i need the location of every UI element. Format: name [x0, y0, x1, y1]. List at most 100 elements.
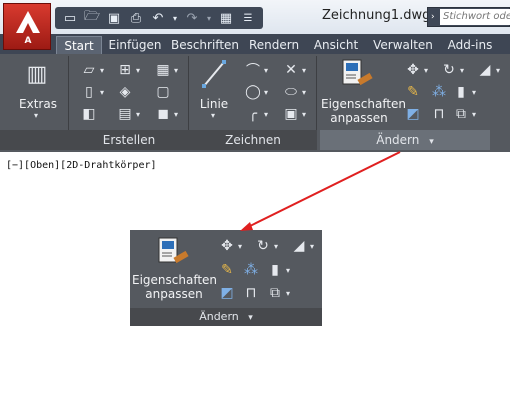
panel-title-zeichnen[interactable]: Zeichnen: [189, 130, 317, 150]
table-icon[interactable]: ▤: [116, 106, 134, 122]
circle-icon[interactable]: ◯: [244, 84, 262, 100]
ellipse-icon[interactable]: ⬭: [282, 84, 300, 100]
tab-verwalten[interactable]: Verwalten: [370, 36, 436, 54]
insert-icon[interactable]: ▯: [80, 84, 98, 100]
search-input[interactable]: Stichwort oder: [440, 9, 510, 25]
wblock-icon[interactable]: ◈: [116, 84, 134, 100]
match-properties-label-line2[interactable]: anpassen: [321, 111, 397, 125]
popup-array-dropdown-icon[interactable]: ▾: [286, 289, 290, 298]
tab-beschriften[interactable]: Beschriften: [170, 36, 240, 54]
array-icon[interactable]: ⧉: [452, 106, 470, 122]
popup-expand-icon[interactable]: ▾: [248, 313, 253, 323]
save-icon[interactable]: ▣: [105, 9, 123, 27]
hatch-dropdown-icon[interactable]: ▾: [174, 66, 178, 75]
polyline-dropdown-icon[interactable]: ▾: [264, 66, 268, 75]
tab-add-ins[interactable]: Add-ins: [442, 36, 498, 54]
polyline-icon[interactable]: ⌒: [244, 62, 262, 79]
extras-icon[interactable]: ▥: [26, 60, 48, 88]
popup-move-dropdown-icon[interactable]: ▾: [238, 242, 242, 251]
rectangle-dropdown-icon[interactable]: ▾: [302, 110, 306, 119]
array-dropdown-icon[interactable]: ▾: [472, 110, 476, 119]
move-dropdown-icon[interactable]: ▾: [424, 66, 428, 75]
popup-pencil-icon[interactable]: ✎: [218, 262, 236, 278]
circle-dropdown-icon[interactable]: ▾: [264, 88, 268, 97]
match-properties-icon[interactable]: [340, 58, 374, 90]
tab-start[interactable]: Start: [56, 36, 102, 54]
image-icon[interactable]: ⊞: [116, 62, 134, 78]
mirror-icon[interactable]: ▮: [452, 84, 470, 100]
construction-dropdown-icon[interactable]: ▾: [302, 66, 306, 75]
move-icon[interactable]: ✥: [404, 62, 422, 78]
rotate-dropdown-icon[interactable]: ▾: [460, 66, 464, 75]
popup-title-label: Ändern: [199, 310, 239, 323]
line-icon[interactable]: [200, 58, 228, 90]
popup-rotate-icon[interactable]: ↻: [254, 238, 272, 254]
boundary-icon[interactable]: ▢: [154, 84, 172, 100]
search-expand-icon[interactable]: ›: [431, 12, 435, 22]
panel-expand-icon[interactable]: ▾: [429, 137, 434, 147]
panel-title-erstellen[interactable]: Erstellen: [69, 130, 189, 150]
popup-stretch-icon[interactable]: ◩: [218, 285, 236, 301]
rotate-icon[interactable]: ↻: [440, 62, 458, 78]
ellipse-dropdown-icon[interactable]: ▾: [302, 88, 306, 97]
copy-icon[interactable]: ⁂: [430, 84, 448, 100]
line-dropdown-icon[interactable]: ▾: [211, 111, 215, 120]
app-letter: A: [24, 36, 32, 46]
fillet-icon[interactable]: ⊓: [430, 106, 448, 122]
popup-mirror-icon[interactable]: ▮: [266, 262, 284, 278]
tab-rendern[interactable]: Rendern: [246, 36, 302, 54]
undo-dropdown-icon[interactable]: ▾: [171, 9, 179, 27]
edit-pencil-icon[interactable]: ✎: [404, 84, 422, 100]
region-icon[interactable]: ◧: [80, 106, 98, 122]
popup-match-properties-icon[interactable]: [156, 236, 190, 268]
search-box[interactable]: › Stichwort oder: [427, 7, 510, 27]
table-dropdown-icon[interactable]: ▾: [136, 110, 140, 119]
open-folder-icon[interactable]: 🗁: [83, 9, 101, 27]
solid-box-dropdown-icon[interactable]: ▾: [174, 110, 178, 119]
popup-scale-dropdown-icon[interactable]: ▾: [310, 242, 314, 251]
ribbon-tab-bar: Start Einfügen Beschriften Rendern Ansic…: [0, 34, 510, 54]
print-icon[interactable]: ⎙: [127, 9, 145, 27]
panel-title-extras-blank: [0, 130, 69, 150]
solid-box-icon[interactable]: ◼: [154, 106, 172, 122]
new-file-icon[interactable]: ▭: [61, 9, 79, 27]
quick-access-toolbar: ▭ 🗁 ▣ ⎙ ↶ ▾ ↷ ▾ ▦ ☰: [55, 7, 263, 29]
popup-panel-title[interactable]: Ändern ▾: [130, 308, 322, 326]
popup-array-icon[interactable]: ⧉: [266, 285, 284, 301]
application-menu-button[interactable]: A: [3, 3, 51, 50]
tab-ansicht[interactable]: Ansicht: [308, 36, 364, 54]
arc-dropdown-icon[interactable]: ▾: [264, 110, 268, 119]
insert-dropdown-icon[interactable]: ▾: [100, 88, 104, 97]
create-block-icon[interactable]: ▱: [80, 62, 98, 78]
hatch-icon[interactable]: ▦: [154, 62, 172, 78]
tab-einfuegen[interactable]: Einfügen: [104, 36, 166, 54]
line-label[interactable]: Linie: [194, 97, 234, 111]
mirror-dropdown-icon[interactable]: ▾: [472, 88, 476, 97]
popup-rotate-dropdown-icon[interactable]: ▾: [274, 242, 278, 251]
extras-dropdown-icon[interactable]: ▾: [34, 111, 38, 120]
construction-line-icon[interactable]: ✕: [282, 62, 300, 78]
panel-title-aendern[interactable]: Ändern ▾: [320, 130, 490, 150]
popup-scale-icon[interactable]: ◢: [290, 238, 308, 254]
popup-label-line1[interactable]: Eigenschaften: [132, 273, 217, 287]
image-dropdown-icon[interactable]: ▾: [136, 66, 140, 75]
redo-dropdown-icon[interactable]: ▾: [205, 9, 213, 27]
create-block-dropdown-icon[interactable]: ▾: [100, 66, 104, 75]
popup-mirror-dropdown-icon[interactable]: ▾: [286, 266, 290, 275]
extras-label[interactable]: Extras: [14, 97, 62, 111]
popup-move-icon[interactable]: ✥: [218, 238, 236, 254]
scale-dropdown-icon[interactable]: ▾: [496, 66, 500, 75]
popup-label-line2[interactable]: anpassen: [132, 287, 216, 301]
match-properties-label-line1[interactable]: Eigenschaften: [321, 97, 406, 111]
viewport-controls-label[interactable]: [−][Oben][2D-Drahtkörper]: [6, 160, 157, 171]
arc-icon[interactable]: ╭: [244, 106, 262, 122]
popup-copy-icon[interactable]: ⁂: [242, 262, 260, 278]
popup-fillet-icon[interactable]: ⊓: [242, 285, 260, 301]
undo-icon[interactable]: ↶: [149, 9, 167, 27]
rectangle-icon[interactable]: ▣: [282, 106, 300, 122]
redo-icon[interactable]: ↷: [183, 9, 201, 27]
customize-qat-icon[interactable]: ☰: [239, 9, 257, 27]
properties-icon[interactable]: ▦: [217, 9, 235, 27]
scale-icon[interactable]: ◢: [476, 62, 494, 78]
stretch-icon[interactable]: ◩: [404, 106, 422, 122]
